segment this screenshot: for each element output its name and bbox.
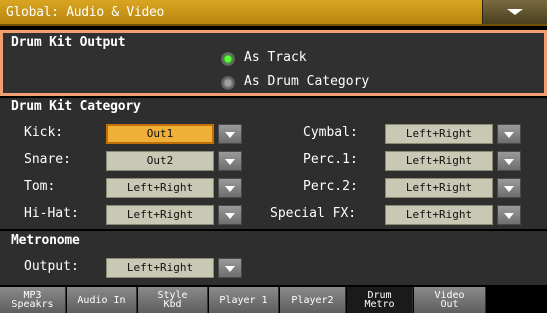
section-title: Drum Kit Category <box>11 99 141 114</box>
tab-drum-metro[interactable]: Drum Metro <box>347 287 413 313</box>
chevron-down-icon <box>504 186 514 192</box>
title-bar: Global: Audio & Video <box>0 0 547 26</box>
chevron-down-icon <box>225 266 235 272</box>
drum-kit-category-panel: Drum Kit Category Kick: Out1 Snare: Out2… <box>0 98 547 229</box>
tom-output-field[interactable]: Left+Right <box>106 178 214 198</box>
perc1-label: Perc.1: <box>303 152 358 167</box>
snare-dropdown-button[interactable] <box>218 151 242 171</box>
kick-output-field[interactable]: Out1 <box>106 124 214 144</box>
section-title: Metronome <box>11 233 80 248</box>
tab-bar: MP3 Speakrs Audio In Style Kbd Player 1 … <box>0 287 547 313</box>
metronome-output-field[interactable]: Left+Right <box>106 258 214 278</box>
special-fx-dropdown-button[interactable] <box>497 205 521 225</box>
radio-label-as-track[interactable]: As Track <box>244 50 307 65</box>
section-title: Drum Kit Output <box>11 35 126 50</box>
perc2-output-field[interactable]: Left+Right <box>385 178 493 198</box>
perc1-output-field[interactable]: Left+Right <box>385 151 493 171</box>
special-fx-label: Special FX: <box>270 206 357 221</box>
cymbal-output-field[interactable]: Left+Right <box>385 124 493 144</box>
chevron-down-icon <box>225 132 235 138</box>
metronome-output-label: Output: <box>24 259 79 274</box>
tom-dropdown-button[interactable] <box>218 178 242 198</box>
hihat-label: Hi-Hat: <box>24 206 79 221</box>
perc2-label: Perc.2: <box>303 179 358 194</box>
snare-label: Snare: <box>24 152 71 167</box>
page-menu-button[interactable] <box>482 0 547 24</box>
radio-as-drum-category[interactable] <box>221 76 235 90</box>
hihat-dropdown-button[interactable] <box>218 205 242 225</box>
drum-kit-output-panel: Drum Kit Output As Track As Drum Categor… <box>0 30 547 96</box>
chevron-down-icon <box>225 159 235 165</box>
perc2-dropdown-button[interactable] <box>497 178 521 198</box>
tab-audio-in[interactable]: Audio In <box>67 287 137 313</box>
page-title: Global: Audio & Video <box>6 5 165 20</box>
kick-dropdown-button[interactable] <box>218 124 242 144</box>
chevron-down-icon <box>504 159 514 165</box>
radio-as-track[interactable] <box>221 52 235 66</box>
chevron-down-icon <box>504 213 514 219</box>
tab-style-kbd[interactable]: Style Kbd <box>138 287 208 313</box>
chevron-down-icon <box>225 213 235 219</box>
chevron-down-icon <box>507 9 523 15</box>
chevron-down-icon <box>504 132 514 138</box>
snare-output-field[interactable]: Out2 <box>106 151 214 171</box>
metronome-output-dropdown-button[interactable] <box>218 258 242 278</box>
tab-mp3-speakers[interactable]: MP3 Speakrs <box>0 287 66 313</box>
tom-label: Tom: <box>24 179 56 194</box>
hihat-output-field[interactable]: Left+Right <box>106 205 214 225</box>
cymbal-label: Cymbal: <box>303 125 358 140</box>
perc1-dropdown-button[interactable] <box>497 151 521 171</box>
cymbal-dropdown-button[interactable] <box>497 124 521 144</box>
tab-player-2[interactable]: Player2 <box>280 287 346 313</box>
special-fx-output-field[interactable]: Left+Right <box>385 205 493 225</box>
screen: Global: Audio & Video Drum Kit Output As… <box>0 0 547 313</box>
tab-player-1[interactable]: Player 1 <box>209 287 279 313</box>
metronome-panel: Metronome Output: Left+Right <box>0 231 547 285</box>
radio-label-as-drum-category[interactable]: As Drum Category <box>244 74 369 89</box>
kick-label: Kick: <box>24 125 64 140</box>
chevron-down-icon <box>225 186 235 192</box>
tab-video-out[interactable]: Video Out <box>414 287 486 313</box>
